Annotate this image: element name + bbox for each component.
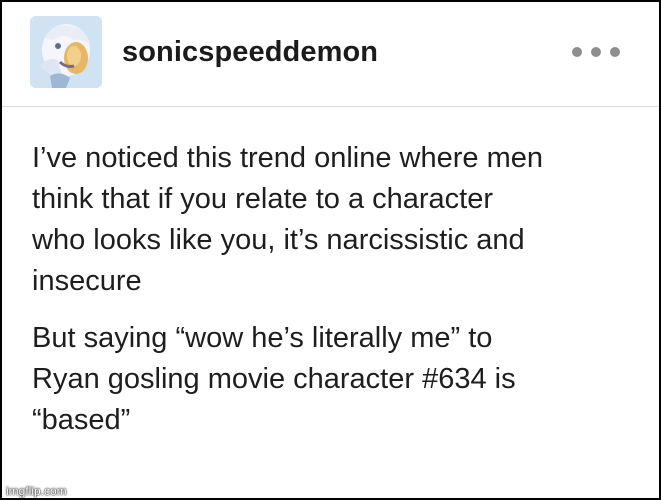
post-line: who looks like you, it’s narcissistic an…	[32, 224, 525, 256]
more-dot-icon	[572, 47, 582, 57]
more-dot-icon	[591, 47, 601, 57]
imgflip-watermark: imgflip.com	[6, 484, 67, 498]
character-avatar-icon	[30, 16, 102, 88]
more-options-button[interactable]	[572, 40, 620, 64]
more-dot-icon	[610, 47, 620, 57]
post-line: insecure	[32, 265, 142, 297]
post-body: I’ve noticed this trend online where men…	[32, 138, 642, 441]
post-card: sonicspeeddemon I’ve noticed this trend …	[2, 2, 659, 498]
post-line: “based”	[32, 404, 131, 436]
post-line: Ryan gosling movie character #634 is	[32, 363, 516, 395]
post-line: But saying “wow he’s literally me” to	[32, 322, 493, 354]
post-line: I’ve noticed this trend online where men	[32, 142, 544, 174]
post-paragraph: But saying “wow he’s literally me” to Ry…	[32, 318, 642, 441]
username[interactable]: sonicspeeddemon	[122, 36, 378, 69]
post-line: think that if you relate to a character	[32, 183, 494, 215]
post-header: sonicspeeddemon	[2, 2, 659, 106]
header-divider	[2, 106, 659, 107]
post-paragraph: I’ve noticed this trend online where men…	[32, 138, 642, 302]
avatar[interactable]	[30, 16, 102, 88]
